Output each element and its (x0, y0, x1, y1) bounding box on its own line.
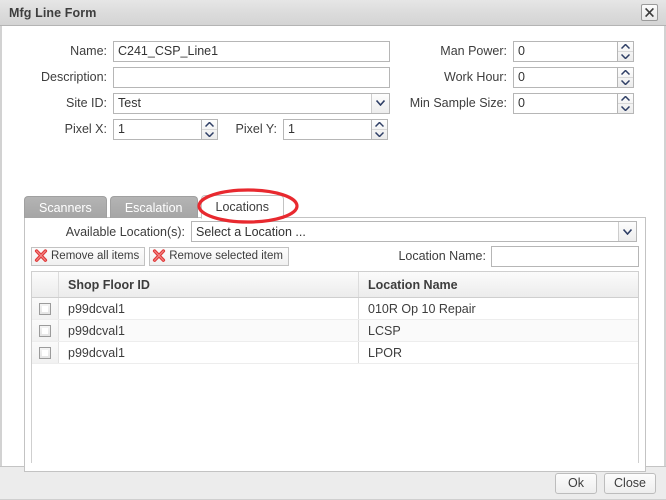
tab-locations[interactable]: Locations (200, 195, 285, 219)
locations-grid: Shop Floor ID Location Name p99dcval1 01… (31, 271, 639, 463)
locations-grid-header: Shop Floor ID Location Name (32, 272, 638, 298)
field-pixel-x: Pixel X: (2, 118, 218, 140)
description-input[interactable] (113, 66, 390, 88)
row-checkbox[interactable] (39, 324, 51, 337)
name-input[interactable] (113, 40, 390, 62)
man-power-spin-up[interactable] (618, 42, 633, 52)
field-work-hour: Work Hour: (402, 66, 634, 88)
location-name-field-group: Location Name: (398, 245, 639, 267)
cell-shop-floor-id: p99dcval1 (59, 320, 359, 341)
window-content: Name: Description: Site ID: Test (0, 26, 666, 472)
field-min-sample-size: Min Sample Size: (402, 92, 634, 114)
available-locations-row: Available Location(s): Select a Location… (25, 218, 645, 242)
tab-strip: Scanners Escalation Locations (24, 194, 287, 219)
tab-escalation[interactable]: Escalation (109, 196, 198, 218)
site-id-label: Site ID: (66, 96, 107, 110)
man-power-label: Man Power: (440, 44, 507, 58)
remove-selected-item-label: Remove selected item (169, 250, 283, 262)
min-sample-size-spin-up[interactable] (618, 94, 633, 104)
min-sample-size-stepper (513, 92, 634, 114)
close-x-icon (644, 7, 655, 18)
field-site-id: Site ID: Test (2, 92, 390, 114)
work-hour-spin-up[interactable] (618, 68, 633, 78)
remove-selected-item-button[interactable]: Remove selected item (149, 246, 289, 266)
table-row[interactable]: p99dcval1 010R Op 10 Repair (32, 298, 638, 320)
cell-location-name: 010R Op 10 Repair (368, 301, 476, 316)
work-hour-spin-down[interactable] (618, 78, 633, 87)
field-name: Name: (2, 40, 390, 62)
field-pixel-y: Pixel Y: (217, 118, 388, 140)
pixel-x-label: Pixel X: (64, 122, 107, 136)
pixel-x-stepper (113, 118, 218, 140)
grid-header-shop-floor-id[interactable]: Shop Floor ID (59, 272, 359, 297)
locations-toolbar: Remove all items Remove selected item Lo… (25, 242, 645, 267)
chevron-down-icon[interactable] (618, 222, 636, 241)
remove-all-items-label: Remove all items (51, 250, 140, 262)
location-name-input[interactable] (491, 245, 639, 267)
row-checkbox[interactable] (39, 302, 51, 315)
work-hour-stepper (513, 66, 634, 88)
tab-escalation-label: Escalation (124, 200, 183, 215)
red-x-icon (152, 249, 166, 263)
man-power-spin-down[interactable] (618, 52, 633, 61)
cell-shop-floor-id: p99dcval1 (59, 342, 359, 363)
chevron-down-icon[interactable] (371, 93, 389, 113)
pixel-y-label: Pixel Y: (235, 122, 277, 136)
pixel-y-spin-buttons (371, 118, 388, 140)
site-id-dropdown[interactable]: Test (113, 92, 390, 114)
cell-location-name: LPOR (368, 345, 403, 360)
cell-shop-floor-id: p99dcval1 (59, 298, 359, 319)
available-locations-label: Available Location(s): (65, 224, 185, 239)
locations-tab-panel: Available Location(s): Select a Location… (24, 217, 646, 472)
min-sample-size-spin-buttons (617, 92, 634, 114)
location-name-label: Location Name: (398, 249, 486, 263)
pixel-x-spin-down[interactable] (202, 130, 217, 139)
site-id-value: Test (118, 96, 141, 110)
pixel-y-spin-down[interactable] (372, 130, 387, 139)
table-row[interactable]: p99dcval1 LPOR (32, 342, 638, 364)
pixel-y-spin-up[interactable] (372, 120, 387, 130)
tab-scanners-label: Scanners (39, 200, 92, 215)
name-label: Name: (70, 44, 107, 58)
tab-scanners[interactable]: Scanners (24, 196, 107, 218)
man-power-spin-buttons (617, 40, 634, 62)
table-row[interactable]: p99dcval1 LCSP (32, 320, 638, 342)
row-select-cell[interactable] (32, 342, 59, 363)
pixel-y-stepper (283, 118, 388, 140)
min-sample-size-label: Min Sample Size: (409, 96, 507, 110)
available-locations-dropdown[interactable]: Select a Location ... (191, 221, 637, 242)
min-sample-size-input[interactable] (513, 92, 617, 114)
red-x-icon (34, 249, 48, 263)
field-description: Description: (2, 66, 390, 88)
available-locations-value: Select a Location ... (196, 224, 306, 239)
field-man-power: Man Power: (402, 40, 634, 62)
row-select-cell[interactable] (32, 320, 59, 341)
pixel-x-input[interactable] (113, 118, 201, 140)
grid-header-location-name[interactable]: Location Name (359, 272, 638, 297)
remove-all-items-button[interactable]: Remove all items (31, 246, 146, 266)
form-fields-area: Name: Description: Site ID: Test (2, 26, 664, 144)
work-hour-label: Work Hour: (444, 70, 507, 84)
window-title: Mfg Line Form (9, 5, 97, 20)
window-close-button[interactable] (641, 4, 658, 21)
grid-header-checkbox-column (32, 272, 59, 297)
window-titlebar: Mfg Line Form (0, 0, 666, 26)
row-select-cell[interactable] (32, 298, 59, 319)
pixel-y-input[interactable] (283, 118, 371, 140)
ok-button[interactable]: Ok (555, 472, 598, 494)
close-button[interactable]: Close (604, 472, 656, 494)
pixel-x-spin-up[interactable] (202, 120, 217, 130)
man-power-input[interactable] (513, 40, 617, 62)
row-checkbox[interactable] (39, 346, 51, 359)
cell-location-name: LCSP (368, 323, 401, 338)
min-sample-size-spin-down[interactable] (618, 104, 633, 113)
work-hour-input[interactable] (513, 66, 617, 88)
man-power-stepper (513, 40, 634, 62)
tab-locations-label: Locations (215, 200, 270, 214)
work-hour-spin-buttons (617, 66, 634, 88)
mfg-line-form-window: Mfg Line Form Name: Description: (0, 0, 666, 500)
pixel-x-spin-buttons (201, 118, 218, 140)
description-label: Description: (41, 70, 107, 84)
